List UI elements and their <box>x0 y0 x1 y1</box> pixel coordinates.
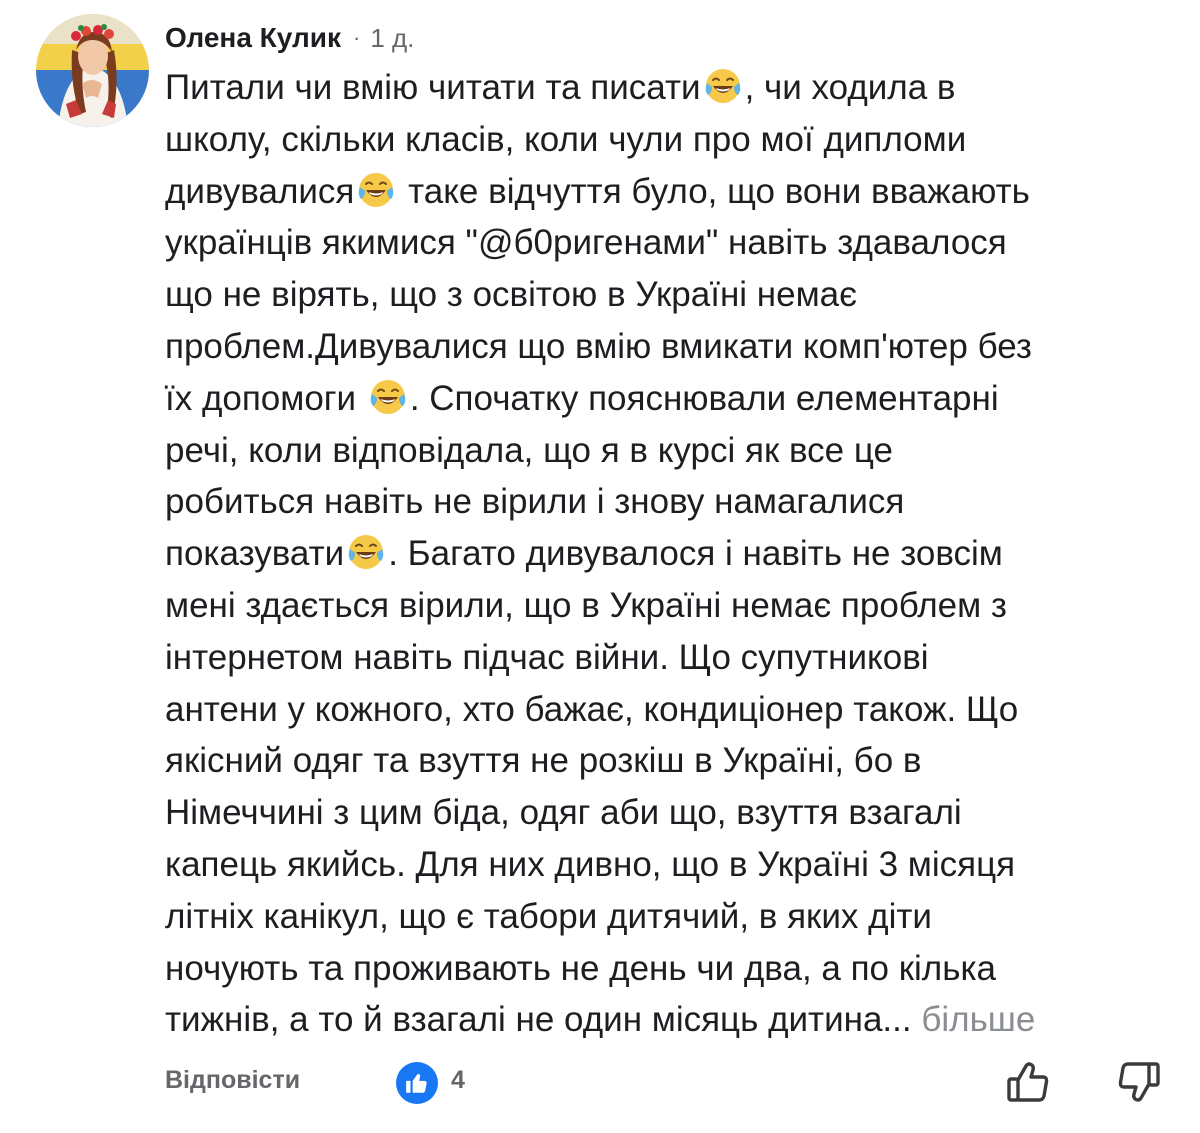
face-with-tears-of-joy-icon <box>359 172 394 207</box>
comment-line-text: таке відчуття було, що вони вважають <box>398 171 1030 211</box>
comment-line: показувати . Багато дивувалося і навіть н… <box>165 528 1165 580</box>
face-with-tears-of-joy-icon <box>370 379 406 414</box>
see-more-link[interactable]: більше <box>912 1000 1035 1039</box>
face-with-tears-of-joy-icon <box>348 535 384 570</box>
comment-actions: Відповісти 4 <box>0 1052 1200 1112</box>
author-name[interactable]: Олена Кулик <box>165 22 341 54</box>
comment-line-text: робиться навіть не вірили і знову намага… <box>165 482 905 522</box>
comment-line: школу, скільки класів, коли чули про мої… <box>165 114 1165 166</box>
comment-line: робиться навіть не вірили і знову намага… <box>165 476 1165 528</box>
comment-line-text: . Багато дивувалося і навіть не зовсім <box>388 534 1003 574</box>
comment-line-text: антени у кожного, хто бажає, кондиціонер… <box>165 689 1019 729</box>
comment-line-text: ночують та проживають не день чи два, а … <box>165 948 997 988</box>
comment-line: мені здається вірили, що в Україні немає… <box>165 580 1165 632</box>
thumb-down-icon[interactable] <box>1115 1058 1163 1106</box>
comment-line-text: дивувалися <box>165 171 355 211</box>
comment-line: українців якимися "@б0ригенами" навіть з… <box>165 217 1165 269</box>
comment-line-text: мені здається вірили, що в Україні немає… <box>165 585 1007 625</box>
comment-line: капець якийсь. Для них дивно, що в Украї… <box>165 839 1165 891</box>
comment-line: тижнів, а то й взагалі не один місяць ди… <box>165 994 1165 1046</box>
comment-line-text: капець якийсь. Для них дивно, що в Украї… <box>165 844 1016 884</box>
timestamp[interactable]: 1 д. <box>370 23 414 54</box>
comment-line-text: якісний одяг та взуття не розкіш в Украї… <box>165 741 922 781</box>
comment-line: їх допомоги . Спочатку пояснювали елемен… <box>165 373 1165 425</box>
comment-line-text: показувати <box>165 534 345 574</box>
comment-line-text: їх допомоги <box>165 378 366 418</box>
thumb-up-icon[interactable] <box>1004 1058 1052 1106</box>
comment-line-text: . Спочатку пояснювали елементарні <box>409 378 999 418</box>
comment-line: Німеччині з цим біда, одяг аби що, взутт… <box>165 787 1165 839</box>
comment-text: Питали чи вмію читати та писати , чи ходи… <box>165 62 1165 1046</box>
comment-line-text: тижнів, а то й взагалі не один місяць ди… <box>165 1000 912 1040</box>
like-reaction-icon[interactable] <box>396 1062 438 1104</box>
comment-line-text: , чи ходила в <box>744 68 956 107</box>
header-separator: · <box>352 25 361 50</box>
comment-line: дивувалися таке відчуття було, що вони в… <box>165 166 1165 218</box>
avatar[interactable] <box>36 14 149 127</box>
comment-line-text: школу, скільки класів, коли чули про мої… <box>165 119 967 159</box>
comment-line: що не вірять, що з освітою в Україні нем… <box>165 269 1165 321</box>
comment-line-text: інтернетом навіть підчас війни. Що супут… <box>165 637 929 677</box>
comment-line-text: проблем.Дивувалися що вмію вмикати комп'… <box>165 326 1032 366</box>
face-with-tears-of-joy-icon <box>705 69 740 103</box>
comment-line: якісний одяг та взуття не розкіш в Украї… <box>165 735 1165 787</box>
comment-line: ночують та проживають не день чи два, а … <box>165 943 1165 995</box>
comment-line-text: Німеччині з цим біда, одяг аби що, взутт… <box>165 793 962 833</box>
like-count[interactable]: 4 <box>451 1066 465 1095</box>
comment-line: літніх канікул, що є табори дитячий, в я… <box>165 891 1165 943</box>
comment-line-text: речі, коли відповідала, що я в курсі як … <box>165 430 893 470</box>
comment-line: Питали чи вмію читати та писати , чи ходи… <box>165 62 1165 114</box>
comment-header: Олена Кулик · 1 д. <box>165 18 414 58</box>
comment-line: інтернетом навіть підчас війни. Що супут… <box>165 632 1165 684</box>
comment-line: антени у кожного, хто бажає, кондиціонер… <box>165 684 1165 736</box>
comment-line: речі, коли відповідала, що я в курсі як … <box>165 425 1165 477</box>
comment-line-text: українців якимися "@б0ригенами" навіть з… <box>165 223 1007 263</box>
comment-line-text: що не вірять, що з освітою в Україні нем… <box>165 275 857 315</box>
comment-line: проблем.Дивувалися що вмію вмикати комп'… <box>165 321 1165 373</box>
reply-button[interactable]: Відповісти <box>165 1066 300 1095</box>
comment-line-text: Питали чи вмію читати та писати <box>165 68 701 107</box>
comment-line-text: літніх канікул, що є табори дитячий, в я… <box>165 896 932 936</box>
comment: Олена Кулик · 1 д. Питали чи вмію читати… <box>0 0 1200 1133</box>
